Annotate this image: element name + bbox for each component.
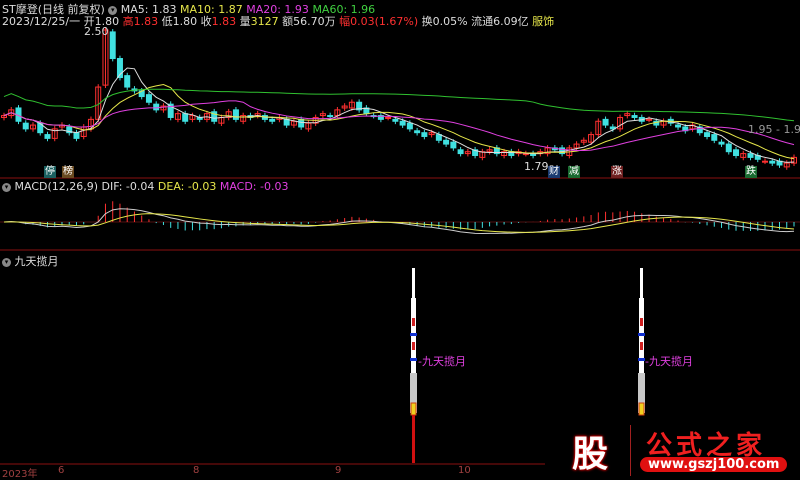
axis-month-6: 6 — [58, 465, 65, 476]
candle-body — [269, 118, 276, 122]
tag-rise[interactable]: 涨 — [611, 166, 623, 178]
candle-body — [675, 124, 682, 128]
candle-body — [602, 118, 609, 126]
tag-reduce[interactable]: 减 — [568, 166, 580, 178]
rocket-flame — [410, 402, 417, 416]
tag-fall[interactable]: 跌 — [745, 166, 757, 178]
candle-body — [762, 160, 769, 163]
rocket-trail — [412, 415, 415, 463]
candle-body — [450, 141, 457, 149]
candle-body — [109, 31, 116, 60]
signal-label-1: -九天揽月 — [418, 355, 466, 368]
axis-month-8: 8 — [193, 465, 200, 476]
settings-circle-icon[interactable]: ▾ — [2, 257, 11, 267]
candle-body — [711, 134, 718, 141]
dif-line — [3, 208, 795, 235]
rocket-band — [638, 333, 645, 336]
candle-body — [182, 113, 189, 122]
macd-value: MACD: -0.03 — [219, 180, 289, 193]
candle-body — [646, 118, 653, 121]
watermark: 股 公式之家 www.gszj100.com — [560, 425, 800, 476]
macd-dif: DIF: -0.04 — [101, 180, 155, 193]
candle-body — [327, 115, 334, 118]
axis-month-9: 9 — [335, 465, 342, 476]
tag-rank[interactable]: 榜 — [62, 166, 74, 178]
macd-histogram — [3, 201, 795, 235]
rocket-body — [639, 298, 644, 378]
rocket-tip — [640, 268, 643, 298]
candles — [1, 27, 797, 170]
candle-body — [733, 149, 740, 156]
indicator-title: 九天揽月 — [14, 255, 59, 268]
candle-body — [704, 132, 711, 137]
rocket-band — [638, 358, 645, 361]
candle-body — [747, 153, 754, 158]
rocket-stripe — [412, 342, 415, 350]
rocket-flame — [638, 402, 645, 416]
ma5-line — [3, 67, 795, 163]
candle-body — [73, 132, 80, 139]
macd-header: ▾ MACD(12,26,9) DIF: -0.04 DEA: -0.03 MA… — [2, 180, 288, 193]
candle-body — [385, 116, 392, 119]
candle-body — [769, 160, 776, 164]
candle-body — [725, 143, 732, 153]
watermark-url: www.gszj100.com — [640, 457, 788, 472]
tag-finance[interactable]: 财 — [548, 166, 560, 178]
candle-body — [298, 118, 305, 128]
candle-body — [399, 120, 406, 126]
signal-label-2: -九天揽月 — [645, 355, 693, 368]
candle-body — [414, 130, 421, 134]
candle-body — [421, 132, 428, 137]
ma10-line — [3, 84, 795, 160]
macd-dea: DEA: -0.03 — [157, 180, 217, 193]
candle-body — [406, 122, 413, 130]
macd-title: MACD(12,26,9) — [14, 180, 99, 193]
indicator-header: ▾ 九天揽月 — [2, 253, 59, 269]
ma60-line — [3, 88, 795, 122]
moving-averages — [3, 67, 795, 163]
candle-body — [232, 109, 239, 120]
high-price-label: 2.50 — [84, 25, 109, 38]
watermark-logo: 股 — [572, 434, 609, 475]
low-price-label: 1.79 — [524, 160, 549, 173]
candle-body — [718, 141, 725, 145]
tag-stop[interactable]: 停 — [44, 166, 56, 178]
candle-body — [153, 103, 160, 111]
candle-body — [631, 115, 638, 118]
rocket-stripe — [412, 318, 415, 326]
candle-body — [22, 122, 29, 130]
rocket-stripe — [640, 318, 643, 326]
candle-body — [443, 139, 450, 145]
axis-year: 2023年 — [2, 469, 38, 480]
candle-body — [457, 149, 464, 155]
candle-body — [44, 134, 51, 139]
kline-chart[interactable] — [0, 0, 800, 476]
candle-body — [124, 75, 131, 88]
rocket-tip — [412, 268, 415, 298]
right-price-label: 1.95 - 1.93 — [748, 123, 800, 136]
axis-month-10: 10 — [458, 465, 471, 476]
rocket-body — [411, 298, 416, 378]
settings-circle-icon[interactable]: ▾ — [2, 182, 11, 192]
candle-body — [145, 94, 152, 103]
rocket-band — [410, 333, 417, 336]
candle-body — [392, 118, 399, 122]
rocket-stripe — [640, 342, 643, 350]
rocket-band — [410, 358, 417, 361]
